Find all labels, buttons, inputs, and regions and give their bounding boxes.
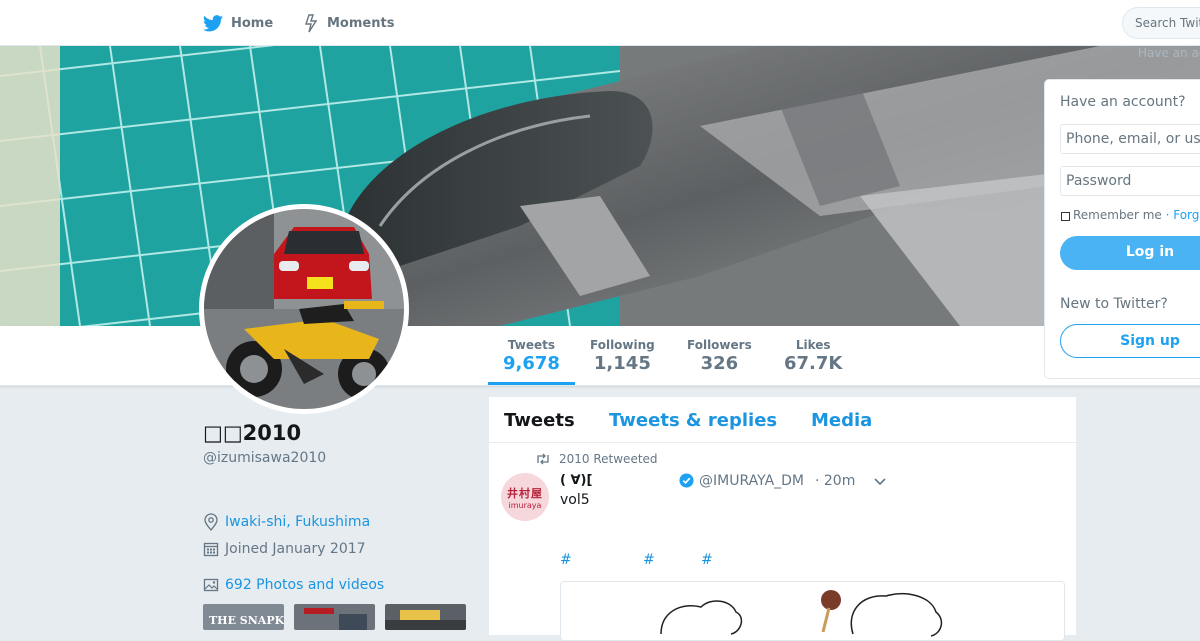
stat-followers-label: Followers bbox=[687, 338, 752, 352]
profile-stats-bar: Tweets 9,678 Following 1,145 Followers 3… bbox=[0, 326, 1200, 386]
profile-banner bbox=[0, 46, 1200, 326]
stat-following-value: 1,145 bbox=[593, 353, 651, 374]
photos-videos-link[interactable]: 692 Photos and videos bbox=[225, 577, 384, 593]
password-input[interactable]: Password bbox=[1060, 166, 1200, 196]
chevron-down-icon[interactable] bbox=[873, 474, 887, 488]
retweet-context-text: 2010 Retweeted bbox=[559, 452, 658, 466]
thumbnail-image bbox=[385, 604, 466, 630]
stat-tweets-label: Tweets bbox=[507, 338, 556, 352]
timeline-tabs: Tweets Tweets & replies Media bbox=[489, 397, 1076, 443]
remember-me-checkbox[interactable] bbox=[1061, 211, 1070, 221]
twitter-bird-icon bbox=[203, 14, 223, 31]
verified-icon bbox=[679, 473, 694, 488]
stat-likes[interactable]: Likes 67.7K bbox=[784, 338, 842, 374]
tweet-hashtag[interactable]: # bbox=[701, 552, 713, 568]
login-heading: Have an account? bbox=[1060, 94, 1186, 110]
tweet-text: vol5 bbox=[560, 492, 590, 508]
username-input[interactable]: Phone, email, or username bbox=[1060, 124, 1200, 154]
signup-button[interactable]: Sign up bbox=[1060, 324, 1200, 358]
stat-tweets[interactable]: Tweets 9,678 bbox=[503, 338, 560, 374]
tweet-author-name[interactable]: ( ∀)[ bbox=[560, 473, 592, 488]
login-button[interactable]: Log in bbox=[1060, 236, 1200, 270]
new-to-twitter-heading: New to Twitter? bbox=[1060, 296, 1168, 312]
location-link[interactable]: Iwaki-shi, Fukushima bbox=[225, 514, 370, 530]
nav-moments-label: Moments bbox=[327, 15, 395, 31]
avatar-image bbox=[204, 209, 404, 409]
retweet-context: 2010 Retweeted bbox=[535, 452, 658, 466]
tweet-timestamp[interactable]: · 20m bbox=[815, 473, 855, 489]
profile-fullname: □□2010 bbox=[203, 421, 302, 445]
banner-image bbox=[0, 46, 1200, 326]
photo-thumbnail[interactable] bbox=[294, 604, 375, 630]
tweet-avatar-en-text: imuraya bbox=[508, 500, 542, 510]
remember-me-row: Remember me · Forgot password? bbox=[1061, 208, 1200, 222]
login-box: Have an account? Phone, email, or userna… bbox=[1044, 79, 1200, 379]
timeline: Tweets Tweets & replies Media 2010 Retwe… bbox=[488, 396, 1077, 641]
photo-thumbnail[interactable] bbox=[385, 604, 466, 630]
stat-likes-value: 67.7K bbox=[784, 353, 843, 374]
thumbnail-caption: THE SNAPKIT bbox=[209, 614, 284, 627]
tweet-avatar-jp-text: 井村屋 bbox=[507, 486, 543, 500]
photo-icon bbox=[203, 578, 219, 592]
profile-screenname[interactable]: @izumisawa2010 bbox=[203, 450, 326, 466]
stat-followers[interactable]: Followers 326 bbox=[687, 338, 752, 374]
photo-thumbnail[interactable]: THE SNAPKIT bbox=[203, 604, 284, 630]
profile-avatar[interactable] bbox=[199, 204, 409, 414]
tweet-author-handle[interactable]: @IMURAYA_DM bbox=[699, 473, 804, 489]
stat-followers-value: 326 bbox=[700, 353, 739, 374]
tab-tweets-replies[interactable]: Tweets & replies bbox=[609, 410, 777, 431]
profile-joined: Joined January 2017 bbox=[203, 541, 366, 557]
stat-following[interactable]: Following 1,145 bbox=[590, 338, 655, 374]
retweet-icon bbox=[537, 453, 549, 465]
top-navigation: Home Moments Search Twitter bbox=[0, 0, 1200, 46]
tweet-hashtag[interactable]: # bbox=[643, 552, 655, 568]
remember-me-label[interactable]: Remember me bbox=[1073, 208, 1162, 222]
calendar-icon bbox=[203, 542, 219, 557]
search-input[interactable]: Search Twitter bbox=[1122, 7, 1200, 39]
nav-moments-link[interactable]: Moments bbox=[303, 0, 394, 46]
tweet-media[interactable] bbox=[560, 581, 1065, 641]
moments-bolt-icon bbox=[305, 13, 318, 32]
photo-thumbnails: THE SNAPKIT bbox=[203, 604, 466, 630]
stat-likes-label: Likes bbox=[795, 338, 831, 352]
tweet-hashtag[interactable]: # bbox=[560, 552, 572, 568]
active-stat-indicator bbox=[488, 382, 575, 385]
nav-home-link[interactable]: Home bbox=[203, 0, 273, 46]
nav-home-label: Home bbox=[231, 15, 274, 31]
profile-photos: 692 Photos and videos bbox=[203, 577, 384, 593]
tab-media[interactable]: Media bbox=[811, 410, 872, 431]
location-pin-icon bbox=[204, 513, 218, 531]
profile-location: Iwaki-shi, Fukushima bbox=[203, 513, 370, 531]
tweet-media-image bbox=[561, 582, 1064, 640]
forgot-password-link[interactable]: · Forgot password? bbox=[1166, 208, 1200, 222]
joined-text: Joined January 2017 bbox=[225, 541, 366, 557]
thumbnail-image bbox=[294, 604, 375, 630]
thumbnail-image: THE SNAPKIT bbox=[203, 604, 284, 630]
tab-tweets[interactable]: Tweets bbox=[504, 410, 575, 431]
tweet-author-avatar[interactable]: 井村屋 imuraya bbox=[501, 473, 549, 521]
stat-tweets-value: 9,678 bbox=[503, 353, 560, 374]
have-account-hint: Have an account? bbox=[1138, 46, 1200, 60]
stat-following-label: Following bbox=[590, 338, 655, 352]
